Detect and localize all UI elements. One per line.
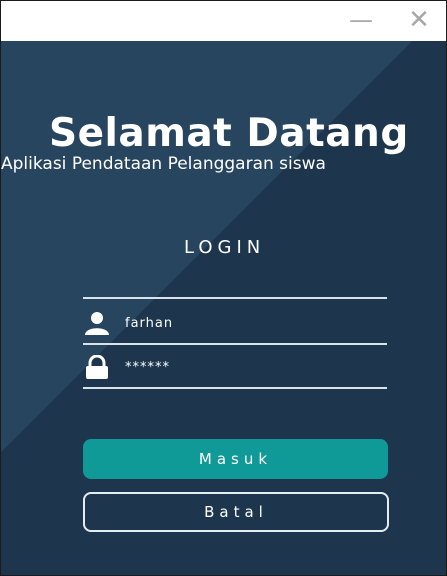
username-field[interactable]: farhan [83, 303, 387, 343]
cancel-button[interactable]: Batal [83, 492, 389, 532]
login-panel: Selamat Datang Aplikasi Pendataan Pelang… [1, 41, 446, 575]
username-input-value[interactable]: farhan [125, 316, 173, 331]
login-heading: LOGIN [184, 237, 266, 258]
password-field[interactable]: ****** [83, 347, 387, 387]
login-button[interactable]: Masuk [83, 439, 388, 479]
minimize-button[interactable]: — [343, 7, 379, 33]
app-subtitle: Aplikasi Pendataan Pelanggaran siswa [1, 154, 326, 174]
close-button[interactable]: ✕ [401, 7, 437, 33]
user-icon [85, 312, 109, 335]
password-input-value[interactable]: ****** [125, 360, 170, 375]
login-window: — ✕ Selamat Datang Aplikasi Pendataan Pe… [0, 0, 447, 576]
password-underline [83, 387, 387, 389]
title-bar: — ✕ [1, 1, 446, 41]
username-underline [83, 343, 387, 345]
username-top-divider [83, 297, 387, 299]
lock-icon [86, 355, 108, 379]
welcome-title: Selamat Datang [49, 111, 409, 156]
